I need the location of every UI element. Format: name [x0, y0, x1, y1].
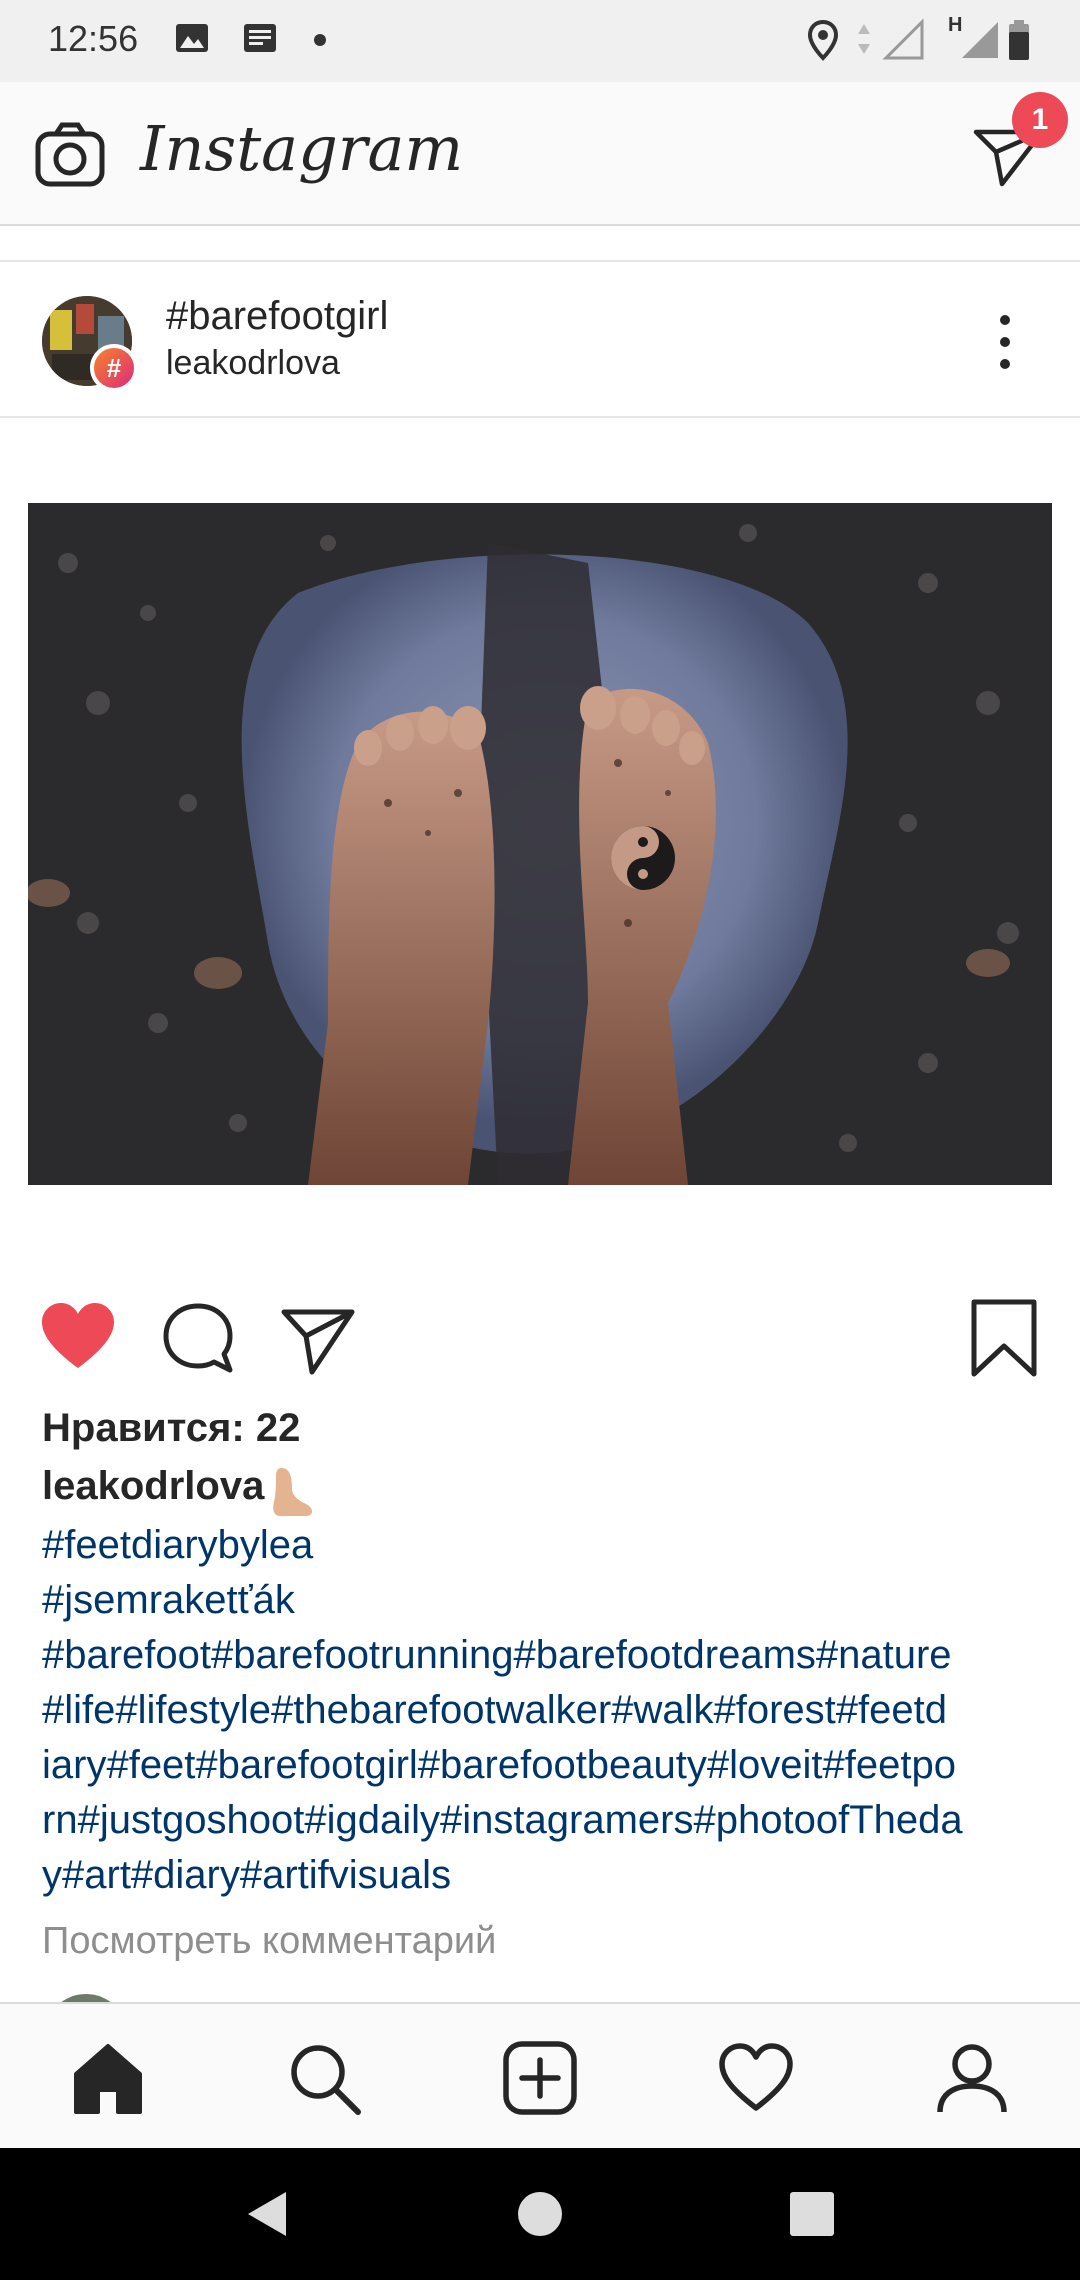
app-header: Instagram 1 — [0, 82, 1080, 226]
status-bar: 12:56 H — [0, 0, 1080, 82]
search-icon[interactable] — [286, 2040, 362, 2116]
hashtag-badge: # — [90, 344, 138, 392]
home-icon[interactable] — [70, 2040, 146, 2116]
likes-count[interactable]: Нравится: 22 — [42, 1406, 300, 1451]
location-icon — [807, 19, 839, 61]
battery-icon — [1009, 20, 1029, 60]
instagram-logo: Instagram — [140, 112, 464, 185]
system-nav-bar — [0, 2148, 1080, 2280]
foot-emoji-icon — [273, 1468, 312, 1516]
signal-icon-2 — [962, 22, 998, 58]
more-options-icon[interactable] — [990, 312, 1020, 372]
post-photo[interactable] — [28, 503, 1052, 1185]
view-comments-link[interactable]: Посмотреть комментарий — [42, 1920, 496, 1963]
dot-icon — [314, 34, 326, 46]
news-icon — [244, 24, 276, 52]
recents-icon[interactable] — [786, 2188, 838, 2240]
caption-hashtags[interactable]: #feetdiarybylea #jsemraketťák #barefoot#… — [42, 1518, 1052, 1903]
bookmark-icon[interactable] — [964, 1298, 1044, 1378]
caption-line[interactable]: #barefoot#barefootrunning#barefootdreams… — [42, 1628, 1052, 1683]
image-icon — [176, 24, 208, 52]
profile-icon[interactable] — [934, 2040, 1010, 2116]
status-time: 12:56 — [48, 18, 139, 59]
post-header: # #barefootgirl leakodrlova — [0, 262, 1080, 418]
caption-line[interactable]: y#art#diary#artifvisuals — [42, 1848, 1052, 1903]
direct-badge: 1 — [1012, 92, 1068, 148]
back-icon[interactable] — [242, 2188, 294, 2240]
post-title[interactable]: #barefootgirl — [166, 294, 388, 339]
caption-line[interactable]: #jsemraketťák — [42, 1573, 1052, 1628]
camera-icon[interactable] — [34, 120, 106, 192]
new-post-icon[interactable] — [502, 2040, 578, 2116]
activity-heart-icon[interactable] — [718, 2040, 794, 2116]
caption-username[interactable]: leakodrlova — [42, 1464, 264, 1509]
like-heart-icon[interactable] — [38, 1298, 118, 1378]
comment-icon[interactable] — [158, 1298, 238, 1378]
caption-line[interactable]: iary#feet#barefootgirl#barefootbeauty#lo… — [42, 1738, 1052, 1793]
caption-line[interactable]: #feetdiarybylea — [42, 1518, 1052, 1573]
post-username[interactable]: leakodrlova — [166, 344, 340, 383]
home-circle-icon[interactable] — [514, 2188, 566, 2240]
signal-icon — [882, 18, 924, 60]
caption-line[interactable]: #life#lifestyle#thebarefootwalker#walk#f… — [42, 1683, 1052, 1738]
caption-line[interactable]: rn#justgoshoot#igdaily#instagramers#phot… — [42, 1793, 1052, 1848]
bottom-nav — [0, 2002, 1080, 2148]
data-arrows-icon — [858, 24, 870, 54]
share-icon[interactable] — [278, 1298, 358, 1378]
